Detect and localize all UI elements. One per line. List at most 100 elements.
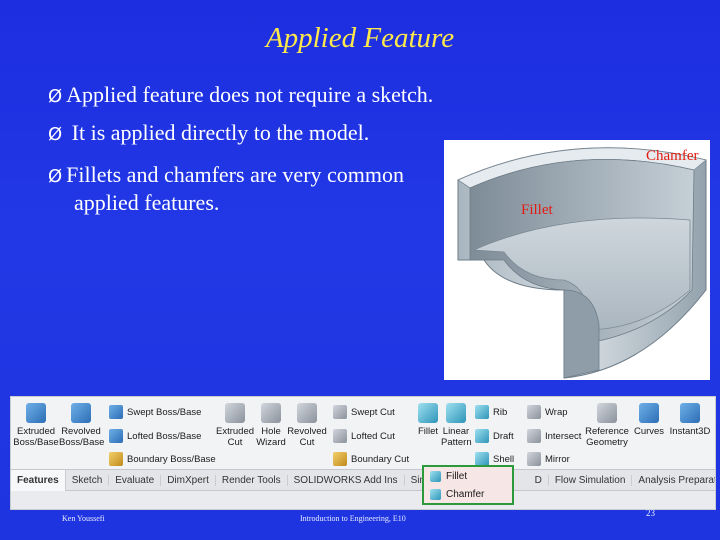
extruded-cut-button[interactable]: Extruded Cut	[215, 403, 255, 448]
lofted-cut-label: Lofted Cut	[351, 430, 395, 442]
lofted-cut-button[interactable]: Lofted Cut	[333, 429, 395, 443]
curves-icon	[639, 403, 659, 423]
chamfer-icon	[430, 488, 441, 500]
extruded-boss-label: Extruded Boss/Base	[13, 426, 59, 448]
mirror-icon	[527, 452, 541, 466]
wrap-button[interactable]: Wrap	[527, 405, 568, 419]
linear-pattern-button[interactable]: Linear Pattern	[441, 403, 472, 448]
bullet-2: Ø It is applied directly to the model.	[48, 120, 369, 148]
intersect-icon	[527, 429, 541, 443]
dropdown-item-fillet[interactable]: Fillet	[424, 467, 512, 485]
wrap-icon	[527, 405, 541, 419]
bullet-3-continuation: applied features.	[74, 190, 220, 215]
revolve-icon	[71, 403, 91, 423]
intersect-label: Intersect	[545, 430, 582, 442]
model-illustration	[457, 147, 707, 379]
tab-3d[interactable]: D	[529, 474, 549, 486]
toolbar-bottom-strip	[11, 491, 715, 509]
extruded-boss-button[interactable]: Extruded Boss/Base	[13, 403, 59, 448]
instant3d-button[interactable]: Instant3D	[667, 403, 713, 437]
bullet-3: Ø Fillets and chamfers are very common ap…	[48, 162, 448, 216]
footer-author: Ken Youssefi	[62, 514, 105, 523]
lofted-boss-label: Lofted Boss/Base	[127, 430, 202, 442]
extruded-cut-label: Extruded Cut	[215, 426, 255, 448]
sweep-icon	[109, 405, 123, 419]
fillet-icon	[430, 470, 441, 482]
linear-pattern-label: Linear Pattern	[441, 426, 472, 448]
loft-icon	[109, 429, 123, 443]
instant3d-icon	[680, 403, 700, 423]
lofted-cut-icon	[333, 429, 347, 443]
shell-label: Shell	[493, 453, 515, 465]
boundary-icon	[109, 452, 123, 466]
curves-label: Curves	[633, 426, 665, 437]
fillet-callout: Fillet	[521, 202, 553, 218]
hole-wizard-button[interactable]: Hole Wizard	[255, 403, 287, 448]
rib-button[interactable]: Rib	[475, 405, 507, 419]
tab-dimxpert[interactable]: DimXpert	[161, 474, 216, 486]
bullet-1-text: Applied feature does not require a sketc…	[66, 82, 434, 107]
boundary-boss-button[interactable]: Boundary Boss/Base	[109, 452, 216, 466]
dropdown-fillet-label: Fillet	[446, 470, 468, 482]
dropdown-item-chamfer[interactable]: Chamfer	[424, 485, 512, 503]
boundary-boss-label: Boundary Boss/Base	[127, 453, 216, 465]
extruded-cut-icon	[225, 403, 245, 423]
revolved-cut-label: Revolved Cut	[287, 426, 327, 448]
reference-geometry-label: Reference Geometry	[585, 426, 629, 448]
tab-render-tools[interactable]: Render Tools	[216, 474, 288, 486]
features-toolbar: Extruded Boss/Base Revolved Boss/Base Sw…	[10, 396, 716, 510]
swept-cut-label: Swept Cut	[351, 406, 395, 418]
tab-sketch[interactable]: Sketch	[66, 474, 110, 486]
boundary-cut-icon	[333, 452, 347, 466]
boundary-cut-button[interactable]: Boundary Cut	[333, 452, 409, 466]
shell-icon	[475, 452, 489, 466]
fillet-button[interactable]: Fillet	[415, 403, 441, 437]
hole-wizard-icon	[261, 403, 281, 423]
rib-icon	[475, 405, 489, 419]
revolved-cut-button[interactable]: Revolved Cut	[287, 403, 327, 448]
revolved-cut-icon	[297, 403, 317, 423]
bullet-1: Ø Applied feature does not require a sket…	[48, 82, 433, 110]
shell-button[interactable]: Shell	[475, 452, 514, 466]
fillet-label: Fillet	[417, 426, 439, 437]
mirror-label: Mirror	[545, 453, 570, 465]
revolved-boss-button[interactable]: Revolved Boss/Base	[59, 403, 105, 448]
draft-button[interactable]: Draft	[475, 429, 514, 443]
page-number: 23	[646, 508, 655, 518]
mirror-button[interactable]: Mirror	[527, 452, 570, 466]
swept-boss-label: Swept Boss/Base	[127, 406, 202, 418]
swept-boss-button[interactable]: Swept Boss/Base	[109, 405, 201, 419]
tab-features[interactable]: Features	[11, 469, 66, 491]
revolved-boss-label: Revolved Boss/Base	[59, 426, 105, 448]
rib-label: Rib	[493, 406, 508, 418]
command-manager-tabs: Features Sketch Evaluate DimXpert Render…	[11, 469, 715, 491]
tab-solidworks-add-ins[interactable]: SOLIDWORKS Add Ins	[288, 474, 405, 486]
footer-course: Introduction to Engineering, E10	[300, 514, 406, 523]
reference-geometry-icon	[597, 403, 617, 423]
tab-analysis-preparation[interactable]: Analysis Preparation	[632, 475, 715, 486]
fillet-dropdown-menu: Fillet Chamfer	[422, 465, 514, 505]
curves-button[interactable]: Curves	[631, 403, 667, 437]
chamfer-callout: Chamfer	[646, 148, 699, 164]
bullet-arrow-icon: Ø	[48, 86, 63, 107]
swept-cut-icon	[333, 405, 347, 419]
slide-title: Applied Feature	[265, 22, 455, 54]
extrude-icon	[26, 403, 46, 423]
tab-evaluate[interactable]: Evaluate	[109, 474, 162, 486]
bullet-arrow-icon: Ø	[48, 166, 63, 187]
bullet-2-text: It is applied directly to the model.	[66, 120, 370, 145]
draft-label: Draft	[493, 430, 514, 442]
tab-flow-simulation[interactable]: Flow Simulation	[549, 474, 633, 486]
hole-wizard-label: Hole Wizard	[256, 426, 286, 448]
reference-geometry-button[interactable]: Reference Geometry	[583, 403, 631, 448]
draft-icon	[475, 429, 489, 443]
boundary-cut-label: Boundary Cut	[351, 453, 410, 465]
wrap-label: Wrap	[545, 406, 568, 418]
fillet-icon	[418, 403, 438, 423]
model-image	[444, 140, 710, 380]
intersect-button[interactable]: Intersect	[527, 429, 581, 443]
linear-pattern-icon	[446, 403, 466, 423]
swept-cut-button[interactable]: Swept Cut	[333, 405, 395, 419]
bullet-arrow-icon: Ø	[48, 124, 63, 145]
lofted-boss-button[interactable]: Lofted Boss/Base	[109, 429, 201, 443]
